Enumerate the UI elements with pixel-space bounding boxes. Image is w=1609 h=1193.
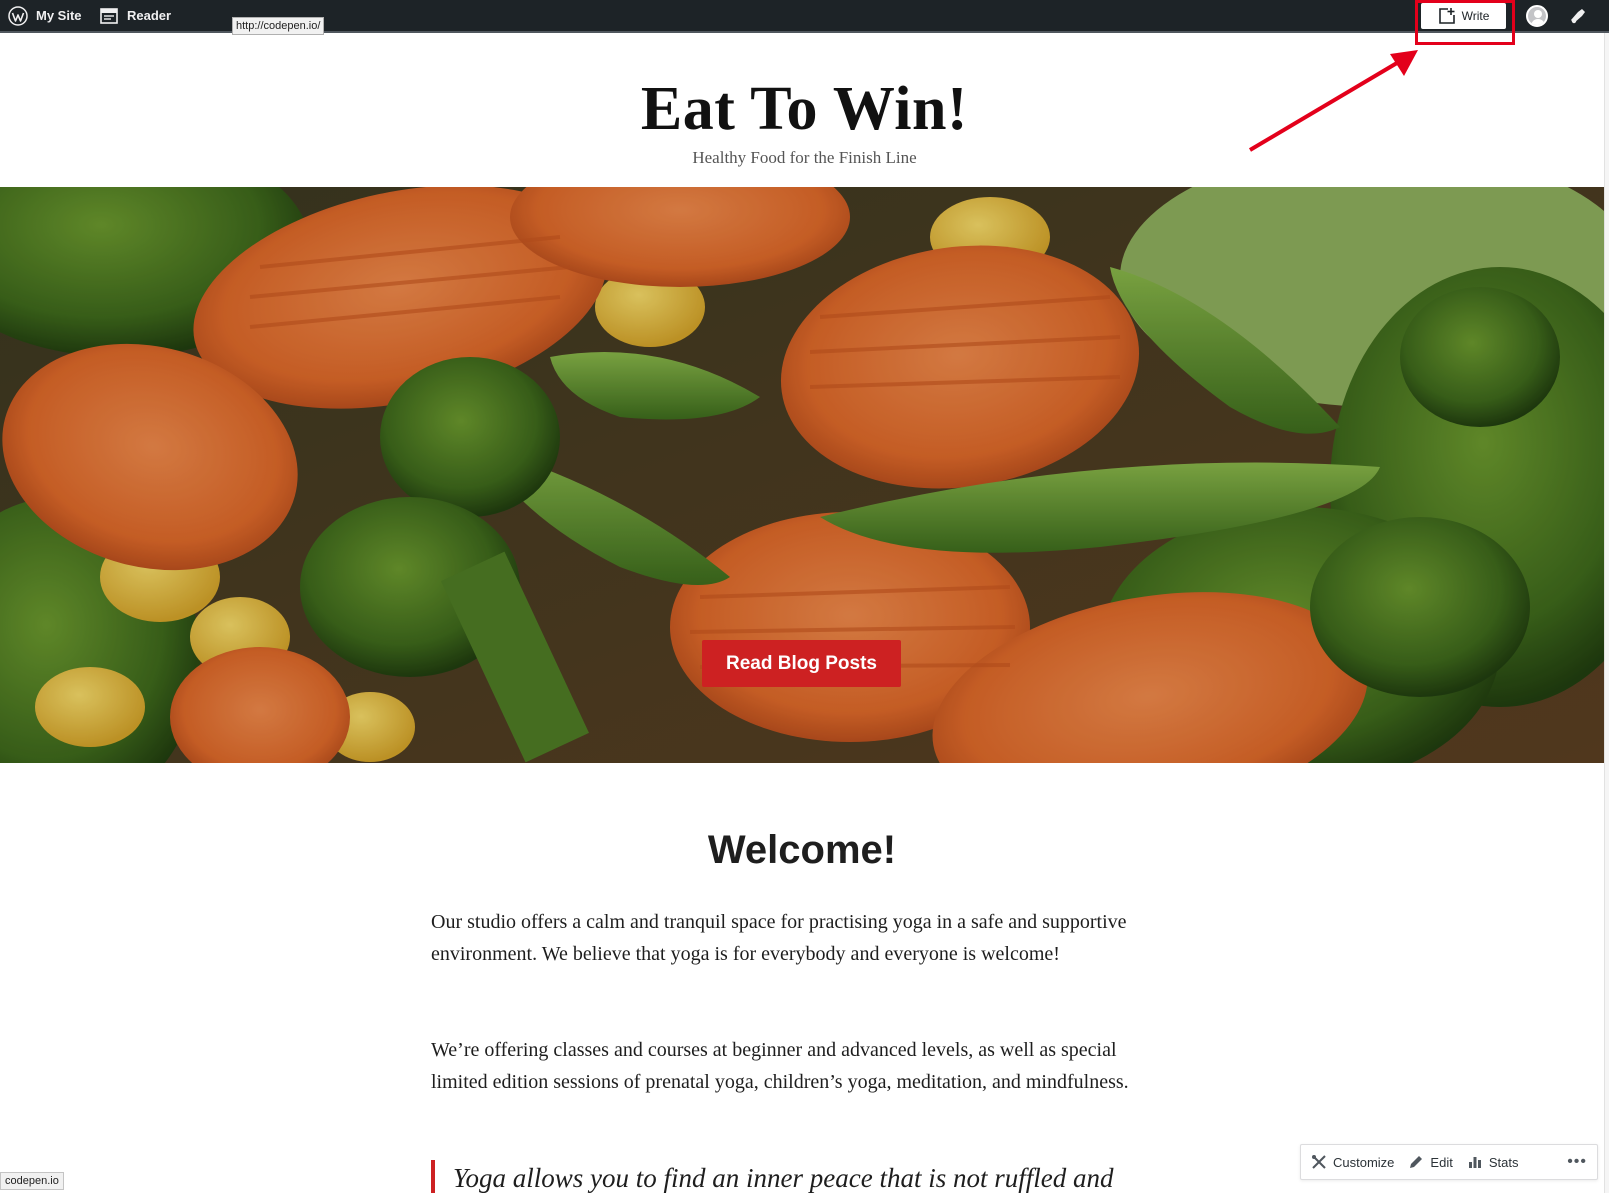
my-site-label: My Site xyxy=(36,8,82,23)
my-site-link[interactable]: My Site xyxy=(8,0,82,31)
stats-button[interactable]: Stats xyxy=(1467,1154,1519,1170)
avatar[interactable] xyxy=(1526,5,1548,27)
annotation-highlight-box xyxy=(1415,0,1515,45)
welcome-heading: Welcome! xyxy=(707,828,897,872)
classes-paragraph: We’re offering classes and courses at be… xyxy=(431,1039,1129,1093)
page-scrollbar[interactable] xyxy=(1604,33,1609,1193)
url-tooltip: http://codepen.io/ xyxy=(232,17,325,35)
action-toolbar: Customize Edit Stats ••• xyxy=(1300,1144,1598,1180)
status-bar-url: codepen.io xyxy=(0,1172,64,1190)
customize-button[interactable]: Customize xyxy=(1311,1154,1394,1170)
notifications-icon[interactable] xyxy=(1568,6,1588,26)
reader-link[interactable]: Reader xyxy=(99,0,171,31)
more-options-button[interactable]: ••• xyxy=(1567,1153,1587,1171)
edit-label: Edit xyxy=(1430,1154,1453,1170)
read-blog-posts-button[interactable]: Read Blog Posts xyxy=(702,640,901,687)
reader-icon xyxy=(99,6,119,26)
customize-icon xyxy=(1312,1155,1326,1169)
intro-paragraph: Our studio offers a calm and tranquil sp… xyxy=(431,911,1127,965)
site-title[interactable]: Eat To Win! xyxy=(0,74,1609,145)
stats-icon xyxy=(1468,1157,1481,1168)
stats-label: Stats xyxy=(1488,1154,1519,1170)
customize-label: Customize xyxy=(1333,1154,1395,1170)
edit-icon xyxy=(1410,1156,1423,1168)
site-tagline: Healthy Food for the Finish Line xyxy=(692,148,917,167)
wordpress-icon xyxy=(8,5,28,26)
reader-label: Reader xyxy=(127,8,172,23)
hero-cover-image: Read Blog Posts xyxy=(0,187,1604,763)
pull-quote: Yoga allows you to find an inner peace t… xyxy=(431,1160,1191,1193)
edit-button[interactable]: Edit xyxy=(1408,1154,1453,1170)
